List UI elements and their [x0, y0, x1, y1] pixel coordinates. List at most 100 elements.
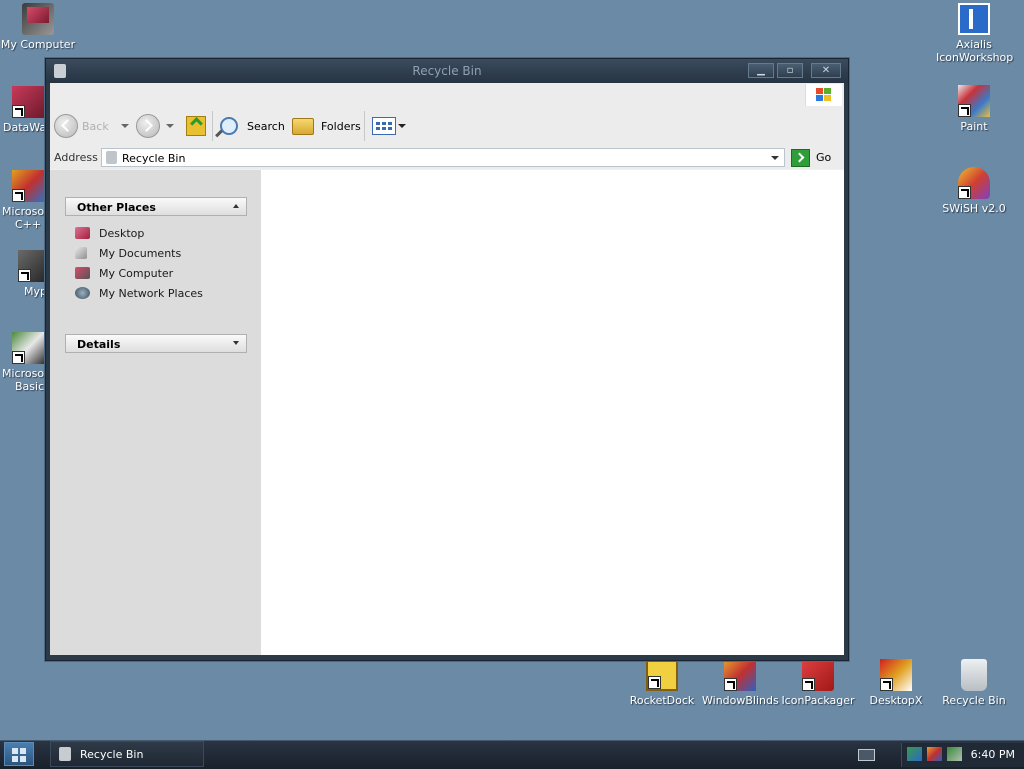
window-client: Back Search Folders Address Recycle Bin …	[50, 83, 844, 655]
back-arrow-icon	[54, 114, 78, 138]
forward-button[interactable]	[136, 114, 174, 138]
shortcut-arrow-icon	[958, 186, 971, 199]
back-label: Back	[82, 119, 109, 133]
keyboard-icon[interactable]	[858, 749, 875, 761]
shortcut-arrow-icon	[12, 351, 25, 364]
shortcut-arrow-icon	[18, 269, 31, 282]
start-button[interactable]	[4, 742, 34, 766]
desktop-icon-label: DesktopX	[869, 694, 923, 707]
clock[interactable]: 6:40 PM	[971, 748, 1015, 761]
desktop-icon-paint[interactable]: Paint	[936, 85, 1012, 133]
desktopx-icon	[880, 659, 912, 691]
window-title: Recycle Bin	[412, 64, 482, 78]
desktop-icon-recycle-bin[interactable]: Recycle Bin	[936, 659, 1012, 707]
desktop-icon-swish[interactable]: SWiSH v2.0	[936, 167, 1012, 215]
app-tray-icon[interactable]	[927, 747, 942, 761]
back-button[interactable]: Back	[54, 114, 129, 138]
place-desktop[interactable]: Desktop	[75, 225, 144, 241]
back-dropdown-icon[interactable]	[120, 124, 129, 128]
desktop-icon-rocketdock[interactable]: RocketDock	[624, 659, 700, 707]
recycle-bin-icon	[106, 151, 117, 164]
desktop-icon-label: SWiSH v2.0	[942, 202, 1006, 215]
shortcut-arrow-icon	[12, 105, 25, 118]
paint-icon	[958, 85, 990, 117]
network-tray-icon[interactable]	[907, 747, 922, 761]
other-places-title: Other Places	[77, 201, 156, 214]
start-grid-icon	[12, 748, 18, 754]
iconpackager-icon	[802, 659, 834, 691]
desktop-icon-my-computer[interactable]: My Computer	[0, 3, 76, 51]
desktop-icon-label: IconWorkshop	[936, 51, 1014, 64]
forward-dropdown-icon[interactable]	[166, 124, 174, 128]
recycle-bin-icon	[59, 747, 71, 761]
views-icon	[372, 117, 396, 135]
place-my-documents[interactable]: My Documents	[75, 245, 181, 261]
search-icon	[215, 117, 238, 138]
place-my-computer[interactable]: My Computer	[75, 265, 173, 281]
start-grid-icon	[20, 748, 26, 754]
axialis-icon	[958, 3, 990, 35]
folders-label: Folders	[321, 119, 361, 133]
search-label: Search	[247, 119, 285, 133]
shortcut-arrow-icon	[802, 678, 815, 691]
close-icon: ✕	[821, 65, 831, 76]
details-title: Details	[77, 338, 121, 351]
desktop-icon-label: RocketDock	[629, 694, 695, 707]
close-button[interactable]: ✕	[811, 63, 841, 78]
desktop-icon-desktopx[interactable]: DesktopX	[858, 659, 934, 707]
start-grid-icon	[20, 756, 26, 762]
desktop-icon-label: WindowBlinds	[702, 694, 779, 707]
safely-remove-tray-icon[interactable]	[947, 747, 962, 761]
explorer-window: Recycle Bin ▁ ▫ ✕ Back Search Folders Ad…	[45, 58, 849, 661]
datawa-shortcut-icon	[12, 86, 44, 118]
desktop-icon-label: Paint	[960, 120, 988, 133]
network-places-icon	[75, 287, 90, 299]
shortcut-arrow-icon	[724, 678, 737, 691]
title-bar[interactable]: Recycle Bin ▁ ▫ ✕	[46, 59, 848, 83]
toolbar-separator	[212, 111, 213, 141]
taskbar: Recycle Bin 6:40 PM	[0, 740, 1024, 769]
visual-cpp-shortcut-icon	[12, 170, 44, 202]
minimize-icon: ▁	[757, 65, 765, 76]
minimize-button[interactable]: ▁	[748, 63, 774, 78]
up-folder-button[interactable]	[186, 114, 206, 138]
address-input[interactable]: Recycle Bin	[101, 148, 785, 167]
go-label: Go	[816, 151, 832, 164]
folders-icon	[292, 117, 314, 135]
go-button[interactable]: Go	[791, 148, 831, 167]
start-grid-icon	[12, 756, 18, 762]
place-label: My Network Places	[99, 286, 203, 300]
address-bar: Address Recycle Bin Go	[50, 147, 844, 169]
details-header[interactable]: Details	[65, 334, 247, 353]
toolbar-separator	[364, 111, 365, 141]
address-value: Recycle Bin	[122, 152, 186, 165]
views-button[interactable]	[372, 114, 406, 138]
taskbar-button-recycle-bin[interactable]: Recycle Bin	[50, 741, 204, 767]
address-dropdown-icon[interactable]	[771, 156, 779, 160]
views-dropdown-icon[interactable]	[398, 124, 406, 128]
swish-icon	[958, 167, 990, 199]
place-network[interactable]: My Network Places	[75, 285, 203, 301]
my-computer-icon	[75, 267, 90, 279]
up-folder-icon	[186, 116, 206, 136]
place-label: My Computer	[99, 266, 174, 280]
windowblinds-icon	[724, 659, 756, 691]
shortcut-arrow-icon	[958, 104, 971, 117]
other-places-header[interactable]: Other Places	[65, 197, 247, 216]
desktop-icon-axialis[interactable]: Axialis IconWorkshop	[936, 3, 1014, 64]
search-button[interactable]: Search	[215, 114, 285, 138]
maximize-button[interactable]: ▫	[777, 63, 803, 78]
desktop-icon-iconpackager[interactable]: IconPackager	[780, 659, 856, 707]
recycle-bin-icon	[961, 659, 987, 691]
address-label: Address	[54, 151, 98, 164]
desktop-icon-windowblinds[interactable]: WindowBlinds	[702, 659, 779, 707]
file-list-area[interactable]	[261, 170, 844, 655]
system-tray: 6:40 PM	[901, 743, 1024, 767]
place-label: Desktop	[99, 226, 145, 240]
expand-icon	[233, 341, 239, 345]
shortcut-arrow-icon	[648, 676, 661, 689]
forward-arrow-icon	[136, 114, 160, 138]
folders-button[interactable]: Folders	[292, 114, 361, 138]
visual-basic-shortcut-icon	[12, 332, 44, 364]
my-computer-icon	[22, 3, 54, 35]
